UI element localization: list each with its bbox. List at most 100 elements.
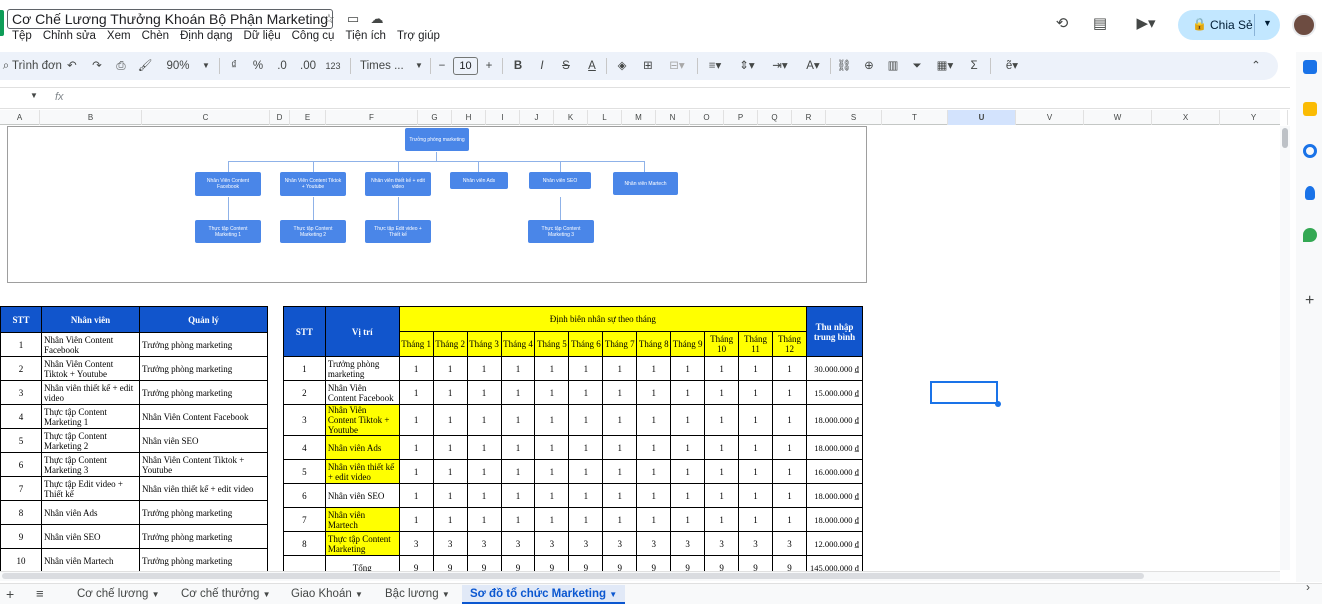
t2-header-stt[interactable]: STT bbox=[283, 306, 326, 357]
table-cell[interactable]: Trưởng phòng marketing bbox=[139, 524, 268, 549]
font-dropdown-icon[interactable]: ▼ bbox=[414, 57, 424, 75]
org-node[interactable]: Nhân viên Ads bbox=[450, 172, 508, 189]
table-cell[interactable]: 7 bbox=[0, 476, 42, 501]
t2-header-monthly[interactable]: Định biên nhân sự theo tháng bbox=[398, 306, 807, 332]
column-header[interactable]: A bbox=[0, 110, 40, 125]
link-icon[interactable]: ⛓ bbox=[836, 57, 852, 75]
table-cell[interactable]: 1 bbox=[602, 483, 638, 508]
month-header[interactable]: Tháng 7 bbox=[602, 331, 638, 357]
table-cell[interactable]: 1 bbox=[738, 483, 773, 508]
input-tools-icon[interactable]: ẽ▾ bbox=[998, 57, 1026, 75]
table-cell[interactable]: 1 bbox=[602, 507, 638, 532]
table-cell[interactable]: Nhân viên thiết kế + edit video bbox=[139, 476, 268, 501]
column-header[interactable]: Y bbox=[1220, 110, 1288, 125]
table-cell[interactable]: 1 bbox=[398, 459, 434, 484]
vertical-align-icon[interactable]: ⇕▾ bbox=[736, 57, 758, 75]
org-node[interactable]: Nhân viên Martech bbox=[613, 172, 678, 195]
insert-chart-icon[interactable]: ▥ bbox=[885, 57, 901, 75]
column-header[interactable]: S bbox=[826, 110, 882, 125]
month-header[interactable]: Tháng 5 bbox=[534, 331, 570, 357]
table-cell[interactable]: 1 bbox=[738, 356, 773, 381]
rotate-text-icon[interactable]: A▾ bbox=[801, 57, 825, 75]
column-header[interactable]: Q bbox=[758, 110, 792, 125]
table-cell[interactable]: 3 bbox=[398, 531, 434, 556]
wrap-icon[interactable]: ⇥▾ bbox=[767, 57, 793, 75]
table-cell[interactable]: 3 bbox=[636, 531, 672, 556]
table-cell[interactable]: 3 bbox=[432, 531, 468, 556]
zoom-select[interactable]: 90% bbox=[163, 57, 193, 75]
avatar[interactable] bbox=[1292, 13, 1316, 37]
decrease-font-icon[interactable]: − bbox=[436, 57, 448, 75]
table-cell[interactable]: 8 bbox=[283, 531, 326, 556]
filter-views-icon[interactable]: ▦▾ bbox=[932, 57, 958, 75]
table-cell[interactable]: 2 bbox=[0, 356, 42, 381]
org-node[interactable]: Nhân Viên Content Tiktok + Youtube bbox=[280, 172, 346, 196]
table-cell[interactable]: 8 bbox=[0, 500, 42, 525]
menu-edit[interactable]: Chỉnh sửa bbox=[43, 30, 96, 44]
table-cell[interactable]: 1 bbox=[602, 459, 638, 484]
table-cell[interactable]: 18.000.000 ₫ bbox=[805, 435, 864, 460]
table-cell[interactable]: 1 bbox=[636, 459, 672, 484]
search-menu-icon[interactable]: ⌕ bbox=[0, 57, 12, 75]
insert-comment-icon[interactable]: ⊕ bbox=[861, 57, 877, 75]
table-cell[interactable]: 1 bbox=[772, 459, 807, 484]
month-header[interactable]: Tháng 1 bbox=[398, 331, 434, 357]
table-cell[interactable]: 1 bbox=[466, 435, 502, 460]
table-cell[interactable]: 3 bbox=[0, 380, 42, 405]
selected-cell[interactable] bbox=[930, 381, 998, 404]
column-header[interactable]: N bbox=[656, 110, 690, 125]
table-cell[interactable]: 3 bbox=[568, 531, 604, 556]
horizontal-scroll-thumb[interactable] bbox=[2, 573, 1144, 579]
table-cell[interactable]: Trưởng phòng marketing bbox=[139, 548, 268, 573]
table-cell[interactable]: Nhân Viên Content Facebook bbox=[139, 404, 268, 429]
table-cell[interactable]: 1 bbox=[738, 459, 773, 484]
table-cell[interactable]: Nhân viên Ads bbox=[324, 435, 400, 460]
table-cell[interactable]: 1 bbox=[602, 435, 638, 460]
increase-font-icon[interactable]: + bbox=[483, 57, 495, 75]
print-icon[interactable]: ⎙ bbox=[113, 57, 129, 75]
functions-icon[interactable]: Σ bbox=[966, 57, 982, 75]
table-cell[interactable]: 3 bbox=[602, 531, 638, 556]
column-header[interactable]: M bbox=[622, 110, 656, 125]
table-cell[interactable]: 2 bbox=[283, 380, 326, 405]
table-cell[interactable]: 1 bbox=[466, 404, 502, 436]
table-cell[interactable]: 1 bbox=[398, 404, 434, 436]
table-cell[interactable]: 1 bbox=[398, 507, 434, 532]
table-cell[interactable]: 1 bbox=[636, 507, 672, 532]
column-header[interactable]: C bbox=[142, 110, 270, 125]
star-icon[interactable]: ☆ bbox=[321, 11, 337, 27]
search-menu[interactable]: Trình đơn bbox=[12, 57, 62, 75]
table-cell[interactable]: 1 bbox=[568, 380, 604, 405]
percent-format[interactable]: % bbox=[251, 57, 265, 75]
menu-extensions[interactable]: Tiện ích bbox=[345, 30, 385, 44]
table-cell[interactable]: 1 bbox=[500, 459, 536, 484]
table-cell[interactable]: 12.000.000 ₫ bbox=[805, 531, 864, 556]
table-cell[interactable]: 3 bbox=[738, 531, 773, 556]
table-cell[interactable]: 1 bbox=[704, 356, 740, 381]
table-cell[interactable]: 1 bbox=[568, 459, 604, 484]
table-cell[interactable]: 1 bbox=[670, 356, 706, 381]
borders-icon[interactable]: ⊞ bbox=[640, 57, 656, 75]
fill-handle[interactable] bbox=[995, 401, 1001, 407]
org-node-root[interactable]: Trưởng phòng marketing bbox=[405, 128, 469, 151]
comment-icon[interactable]: ▤ bbox=[1090, 14, 1110, 34]
month-header[interactable]: Tháng 8 bbox=[636, 331, 672, 357]
undo-icon[interactable]: ↶ bbox=[64, 57, 80, 75]
add-sheet-icon[interactable]: + bbox=[6, 586, 14, 602]
table-cell[interactable]: 1 bbox=[500, 356, 536, 381]
text-color-icon[interactable]: A bbox=[585, 57, 599, 75]
table-cell[interactable]: 1 bbox=[670, 483, 706, 508]
currency-format[interactable]: ₫ bbox=[228, 57, 240, 75]
formula-bar[interactable] bbox=[0, 87, 1290, 109]
table-cell[interactable]: Thực tập Content Marketing bbox=[324, 531, 400, 556]
table-cell[interactable]: 1 bbox=[704, 380, 740, 405]
table-cell[interactable]: 1 bbox=[772, 435, 807, 460]
column-header[interactable]: U bbox=[948, 110, 1016, 125]
collapse-toolbar-icon[interactable]: ⌃ bbox=[1248, 57, 1264, 75]
column-header[interactable]: O bbox=[690, 110, 724, 125]
table-cell[interactable]: 1 bbox=[500, 380, 536, 405]
table-cell[interactable]: 1 bbox=[704, 404, 740, 436]
table-cell[interactable]: 3 bbox=[500, 531, 536, 556]
t2-header-position[interactable]: Vị trí bbox=[324, 306, 400, 357]
table-cell[interactable]: Trưởng phòng marketing bbox=[139, 500, 268, 525]
